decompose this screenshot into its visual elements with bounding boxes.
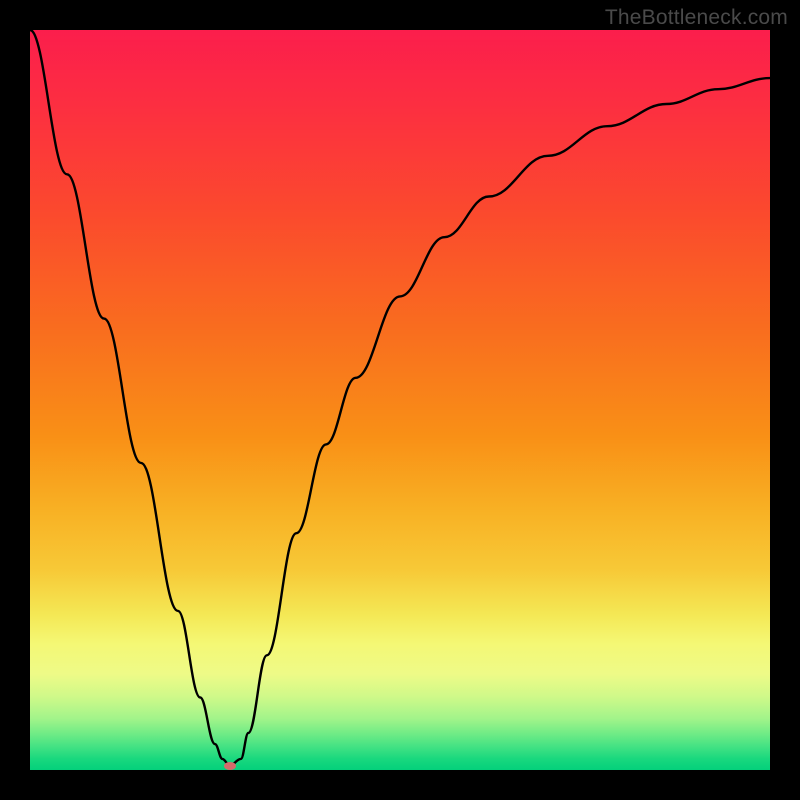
plot-area [30,30,770,770]
chart-frame: TheBottleneck.com [0,0,800,800]
watermark-label: TheBottleneck.com [605,6,788,30]
gradient-background [30,30,770,770]
